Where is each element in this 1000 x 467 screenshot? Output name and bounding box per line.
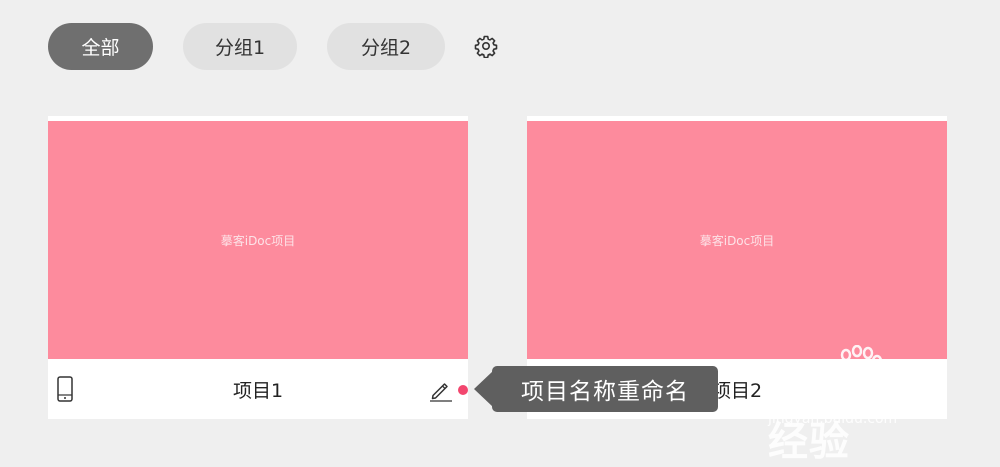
status-dot <box>458 385 468 395</box>
project-thumbnail[interactable]: 摹客iDoc项目 <box>48 121 468 359</box>
tooltip-arrow <box>474 371 493 407</box>
watermark-url: jingyan.baidu.com <box>768 411 898 427</box>
baidu-watermark: Bai du 经验 jingyan.baidu.com <box>768 345 958 465</box>
tab-group-2[interactable]: 分组2 <box>327 23 445 70</box>
rename-tooltip: 项目名称重命名 <box>492 366 718 412</box>
project-card-footer: 项目1 <box>48 359 468 419</box>
gear-icon[interactable] <box>474 34 498 58</box>
pencil-icon[interactable] <box>429 378 453 402</box>
project-name: 项目1 <box>232 379 284 402</box>
tab-group-1[interactable]: 分组1 <box>183 23 297 70</box>
thumbnail-caption: 摹客iDoc项目 <box>220 233 296 248</box>
thumbnail-caption: 摹客iDoc项目 <box>699 233 775 248</box>
project-card[interactable]: 摹客iDoc项目 项目1 <box>48 116 468 419</box>
group-tabs: 全部 分组1 分组2 <box>48 23 475 70</box>
project-thumbnail[interactable]: 摹客iDoc项目 <box>527 121 947 359</box>
tab-all[interactable]: 全部 <box>48 23 153 70</box>
